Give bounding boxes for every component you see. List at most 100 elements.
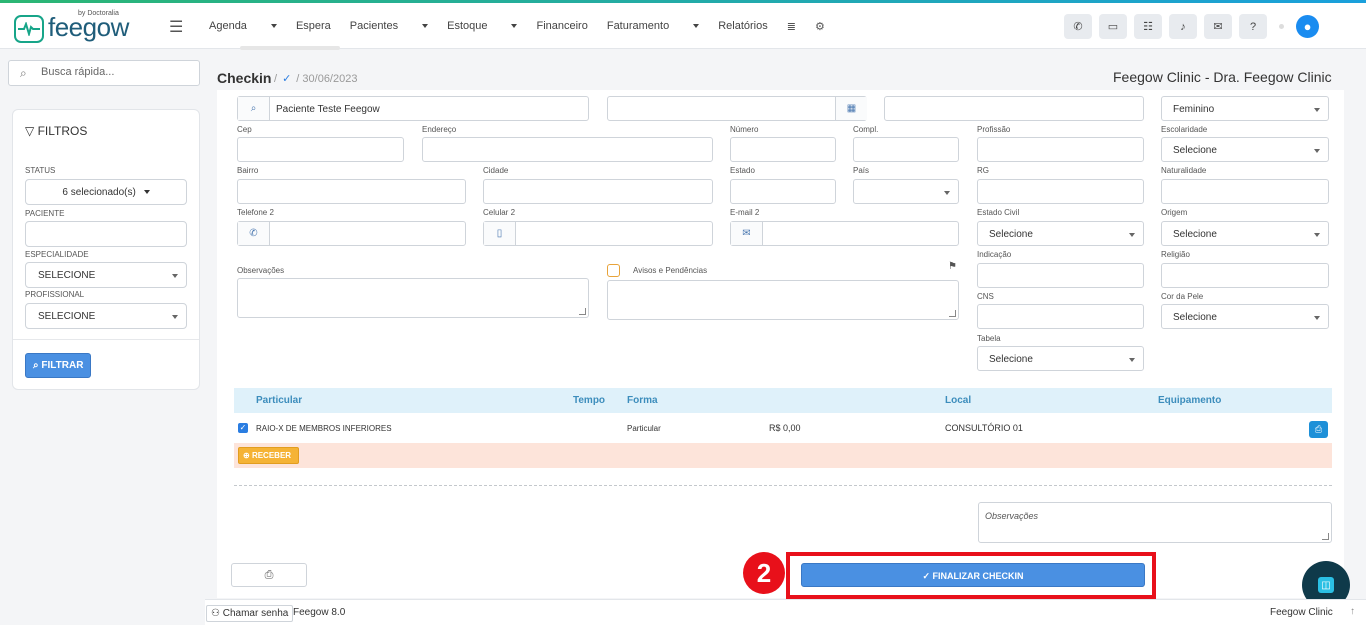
step-marker: 2 [743,552,785,594]
col-forma: Forma [627,395,658,406]
procedures-table-header: Particular Tempo Forma Local Equipamento [234,388,1332,413]
nav-financeiro[interactable]: Financeiro [536,20,587,33]
receber-button[interactable]: ⊕ RECEBER [238,447,299,464]
print-button[interactable]: ⎙ [231,563,307,587]
patient-name-field[interactable]: ⌕ Paciente Teste Feegow [237,96,589,121]
profissional-label: PROFISSIONAL [25,290,85,299]
indicacao-input[interactable] [977,263,1144,288]
escolaridade-select[interactable]: Selecione [1161,137,1329,162]
user-avatar-icon[interactable]: ● [1296,15,1319,38]
cidade-input[interactable] [483,179,713,204]
printer-icon[interactable]: ⎙ [1309,421,1328,438]
search-icon: ⌕ [33,360,39,371]
religiao-input[interactable] [1161,263,1329,288]
procedure-valor: R$ 0,00 [769,423,801,433]
loading-placeholder [240,46,340,50]
naturalidade-input[interactable] [1161,179,1329,204]
check-icon: ✓ [922,571,931,581]
brand-logo[interactable]: feegow by Doctoralia [14,10,129,44]
chamar-senha-button[interactable]: ⚇ Chamar senha [206,605,294,622]
tabela-select[interactable]: Selecione [977,346,1144,371]
celular2-input[interactable]: ▯ [483,221,713,246]
email2-input[interactable]: ✉ [730,221,959,246]
estado-civil-label: Estado Civil [977,208,1020,217]
estado-input[interactable] [730,179,836,204]
chat-icon: ◫ [1318,577,1334,593]
rg-label: RG [977,166,989,175]
origem-label: Origem [1161,208,1188,217]
tasks-icon[interactable]: ☷ [1134,14,1162,39]
database-icon[interactable]: ≣ [787,20,796,33]
envelope-icon: ✉ [731,222,763,245]
nav-espera[interactable]: Espera [296,20,331,33]
chevron-down-icon [172,274,178,278]
row-checkbox[interactable]: ✓ [238,423,248,433]
chevron-down-icon [511,24,518,29]
divider [13,339,199,340]
flag-icon[interactable]: ⚑ [948,261,957,272]
avisos-checkbox[interactable] [607,264,620,277]
cep-input[interactable] [237,137,404,162]
receber-row: ⊕ RECEBER [234,443,1332,468]
bairro-input[interactable] [237,179,466,204]
escolaridade-label: Escolaridade [1161,125,1208,134]
footer-clinic: Feegow Clinic [1270,607,1333,618]
avisos-textarea[interactable] [607,280,959,320]
field-blank[interactable] [884,96,1144,121]
chevron-down-icon [143,190,150,195]
filters-title: ▽ FILTROS [25,124,88,138]
cidade-label: Cidade [483,166,509,175]
nav-relatorios[interactable]: Relatórios [718,20,768,33]
especialidade-label: ESPECIALIDADE [25,250,89,259]
origem-select[interactable]: Selecione [1161,221,1329,246]
profissional-select[interactable]: SELECIONE [25,303,187,329]
col-particular: Particular [256,395,303,406]
pais-select[interactable] [853,179,959,204]
religiao-label: Religião [1161,250,1190,259]
menu-icon[interactable]: ☰ [169,17,183,37]
status-dot [1279,24,1284,29]
arrow-up-icon[interactable]: ↑ [1350,606,1355,617]
search-icon: ⌕ [20,66,27,80]
estado-civil-select[interactable]: Selecione [977,221,1144,246]
phone-icon[interactable]: ✆ [1064,14,1092,39]
telefone2-input[interactable]: ✆ [237,221,466,246]
table-row: ✓ RAIO-X DE MEMBROS INFERIORES Particula… [234,413,1332,443]
paciente-input[interactable] [25,221,187,247]
status-label: STATUS [25,166,56,175]
status-select[interactable]: 6 selecionado(s) [25,179,187,205]
procedure-forma: Particular [627,424,661,433]
brand-sub: by Doctoralia [78,10,119,17]
nav-estoque[interactable]: Estoque [447,20,518,33]
cns-input[interactable] [977,304,1144,329]
chat-icon[interactable]: ✉ [1204,14,1232,39]
gear-icon[interactable]: ⚙ [815,20,825,33]
chevron-down-icon [1314,316,1320,320]
printer-icon: ⎙ [264,568,274,581]
col-local: Local [945,395,972,406]
bell-icon[interactable]: ♪ [1169,14,1197,39]
profissao-input[interactable] [977,137,1144,162]
cor-pele-select[interactable]: Selecione [1161,304,1329,329]
users-icon: ⚇ [211,608,220,619]
sexo-select[interactable]: Feminino [1161,96,1329,121]
observacoes-textarea[interactable] [237,278,589,318]
nav-agenda[interactable]: Agenda [209,20,277,33]
inbox-icon[interactable]: ▭ [1099,14,1127,39]
numero-input[interactable] [730,137,836,162]
mobile-icon: ▯ [484,222,516,245]
compl-input[interactable] [853,137,959,162]
help-icon[interactable]: ? [1239,14,1267,39]
search-icon: ⌕ [238,97,270,120]
naturalidade-label: Naturalidade [1161,166,1207,175]
quick-search-input[interactable]: ⌕ Busca rápida... [8,60,200,86]
finalizar-checkin-button[interactable]: ✓ FINALIZAR CHECKIN [801,563,1145,587]
especialidade-select[interactable]: SELECIONE [25,262,187,288]
filter-button[interactable]: ⌕ FILTRAR [25,353,91,378]
birthdate-field[interactable]: ▦ [607,96,867,121]
endereco-input[interactable] [422,137,713,162]
nav-pacientes[interactable]: Pacientes [350,20,429,33]
nav-faturamento[interactable]: Faturamento [607,20,700,33]
observacoes-final-textarea[interactable]: Observações [978,502,1332,543]
rg-input[interactable] [977,179,1144,204]
